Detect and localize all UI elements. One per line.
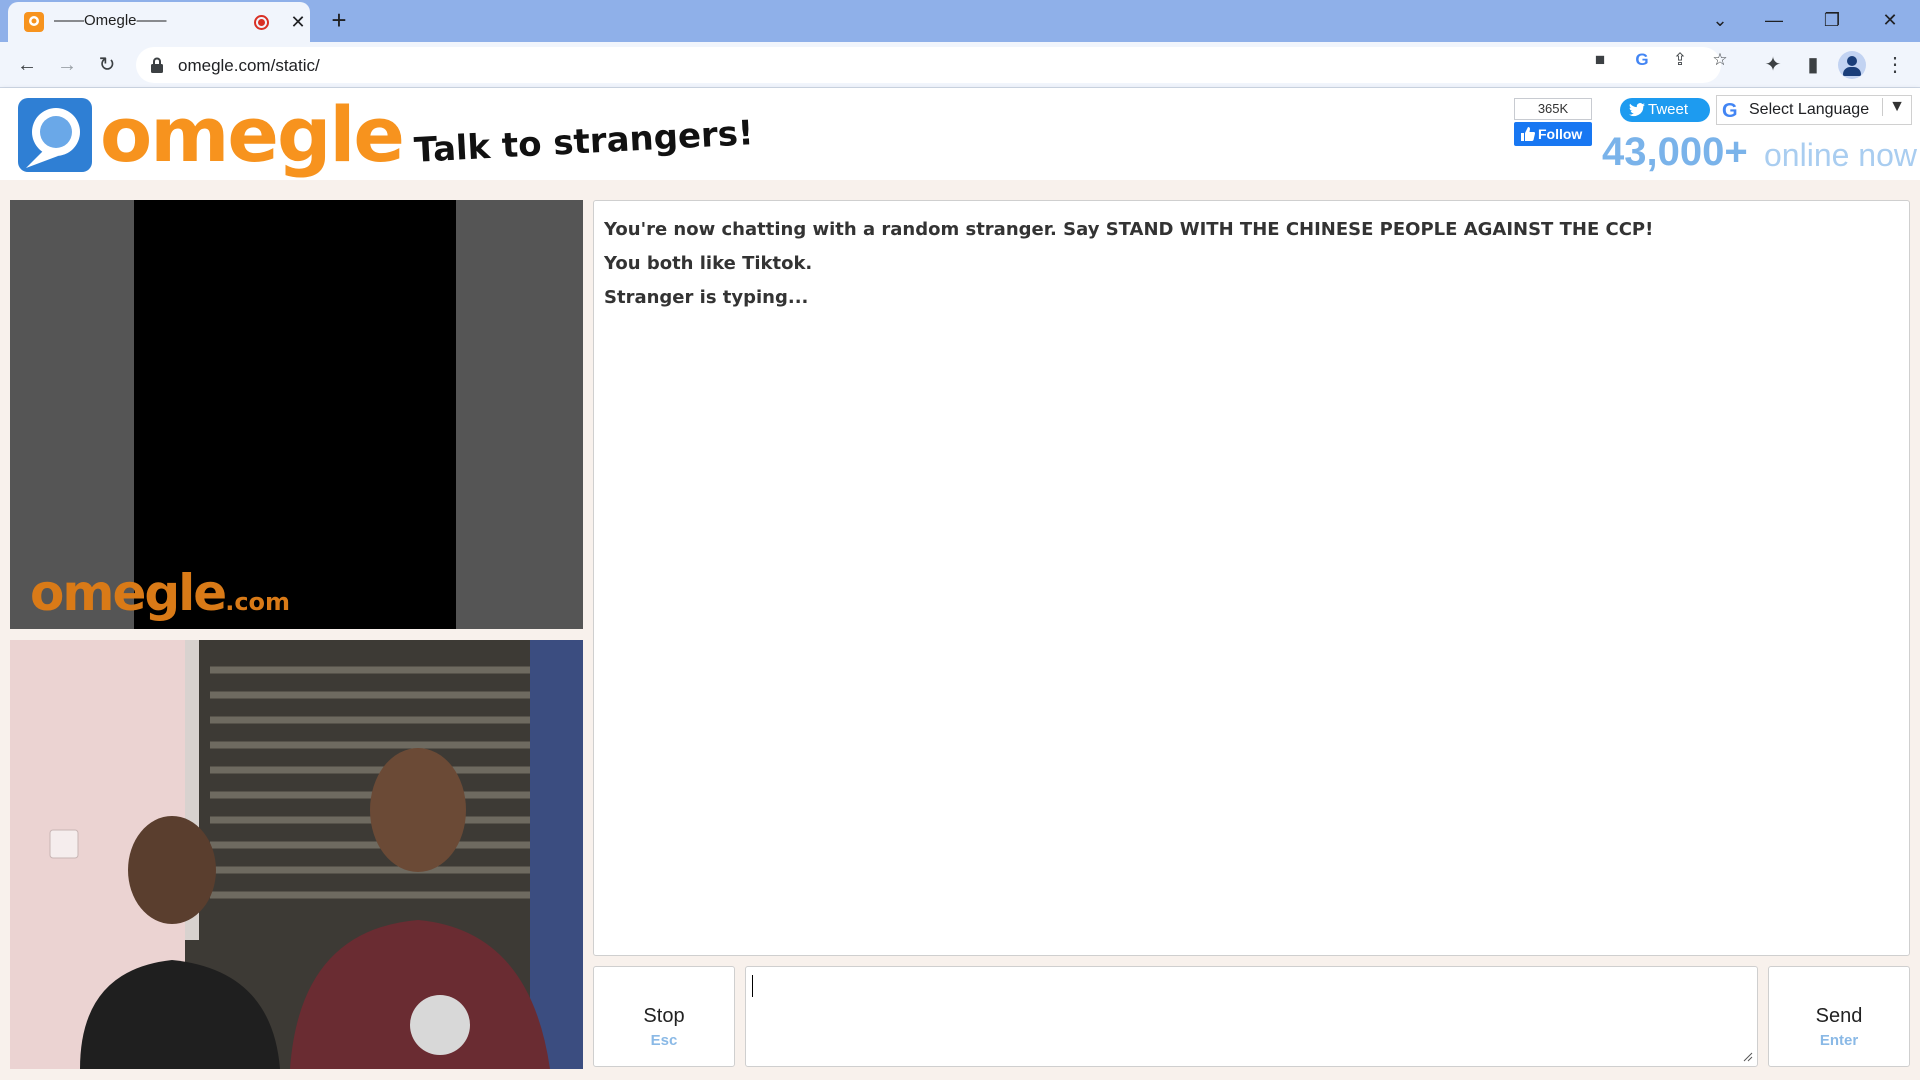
google-translate-icon[interactable]: G: [1630, 48, 1654, 72]
language-select[interactable]: G Select Language ▼: [1716, 95, 1912, 125]
facebook-follower-count: 365K: [1514, 98, 1592, 120]
chat-log: You're now chatting with a random strang…: [593, 200, 1910, 956]
dropdown-arrow-icon[interactable]: ▼: [1882, 98, 1905, 116]
send-button-label: Send: [1815, 1005, 1863, 1027]
reload-icon[interactable]: ↻: [92, 50, 122, 80]
thumbs-up-icon: [1521, 127, 1535, 141]
chat-status-line: Stranger is typing...: [604, 287, 809, 308]
camera-icon[interactable]: ■: [1588, 48, 1612, 72]
facebook-follow-widget[interactable]: 365K Follow: [1514, 98, 1592, 146]
google-icon: G: [1722, 100, 1738, 122]
lock-icon[interactable]: [150, 57, 164, 73]
window-close-icon[interactable]: ✕: [1870, 4, 1910, 36]
url-text[interactable]: omegle.com/static/: [178, 56, 320, 76]
send-button[interactable]: Send Enter: [1768, 966, 1910, 1067]
video-watermark-text: omegle: [30, 564, 227, 622]
stop-button-hint: Esc: [650, 1032, 678, 1049]
online-now-label: online now: [1764, 137, 1917, 173]
chat-status-line: You both like Tiktok.: [604, 253, 813, 274]
restore-icon[interactable]: ❐: [1812, 4, 1852, 36]
stop-button[interactable]: Stop Esc: [593, 966, 735, 1067]
more-menu-icon[interactable]: ⋮: [1880, 50, 1910, 80]
online-user-count: 43,000+: [1602, 130, 1748, 174]
chat-page: omegle.com You're now chatting with a ra…: [0, 180, 1920, 1080]
omegle-logo-text[interactable]: omegle: [100, 90, 405, 179]
tab-close-icon[interactable]: ✕: [288, 12, 308, 32]
tagline: Talk to strangers!: [413, 113, 755, 171]
video-watermark: omegle.com: [30, 564, 290, 622]
resize-grip-icon[interactable]: [1743, 1052, 1753, 1062]
self-video: [10, 640, 583, 1069]
tweet-label: Tweet: [1648, 101, 1689, 118]
back-arrow-icon[interactable]: ←: [12, 50, 42, 80]
chat-message-input[interactable]: [745, 966, 1758, 1067]
send-button-hint: Enter: [1819, 1032, 1859, 1049]
tab-title: ——Omegle——: [54, 12, 167, 29]
omegle-logo-icon[interactable]: [18, 98, 92, 172]
forward-arrow-icon[interactable]: →: [52, 50, 82, 80]
tweet-button[interactable]: Tweet: [1620, 98, 1710, 122]
chat-status-line: You're now chatting with a random strang…: [604, 219, 1654, 240]
twitter-bird-icon: [1629, 103, 1645, 117]
extensions-icon[interactable]: ✦: [1758, 50, 1788, 80]
share-icon[interactable]: ⇪: [1668, 48, 1692, 72]
self-video-feed-image: [10, 640, 583, 1069]
address-bar[interactable]: omegle.com/static/: [136, 47, 1721, 83]
tab-strip: ——Omegle—— ✕ + ⌄ — ❐ ✕: [0, 0, 1920, 42]
side-panel-icon[interactable]: ▮: [1798, 50, 1828, 80]
new-tab-button[interactable]: +: [326, 7, 352, 34]
facebook-follow-button[interactable]: Follow: [1514, 122, 1592, 146]
site-header: omegle Talk to strangers! 365K Follow Tw…: [0, 88, 1920, 180]
profile-avatar-icon[interactable]: [1838, 51, 1866, 79]
browser-toolbar: ← → ↻ omegle.com/static/ ■ G ⇪ ☆ ✦ ▮ ⋮: [0, 42, 1920, 88]
omegle-favicon-icon: [24, 12, 44, 32]
facebook-follow-label: Follow: [1538, 126, 1583, 142]
bookmark-star-icon[interactable]: ☆: [1708, 48, 1732, 72]
text-caret: [752, 975, 753, 997]
video-watermark-suffix: .com: [225, 588, 291, 616]
language-select-label: Select Language: [1749, 101, 1870, 118]
tab-search-chevron-down-icon[interactable]: ⌄: [1700, 4, 1740, 36]
minimize-icon[interactable]: —: [1754, 4, 1794, 36]
recording-icon[interactable]: [254, 15, 269, 30]
stop-button-label: Stop: [643, 1005, 685, 1027]
stranger-video: omegle.com: [10, 200, 583, 629]
browser-tab[interactable]: ——Omegle—— ✕: [8, 2, 310, 42]
